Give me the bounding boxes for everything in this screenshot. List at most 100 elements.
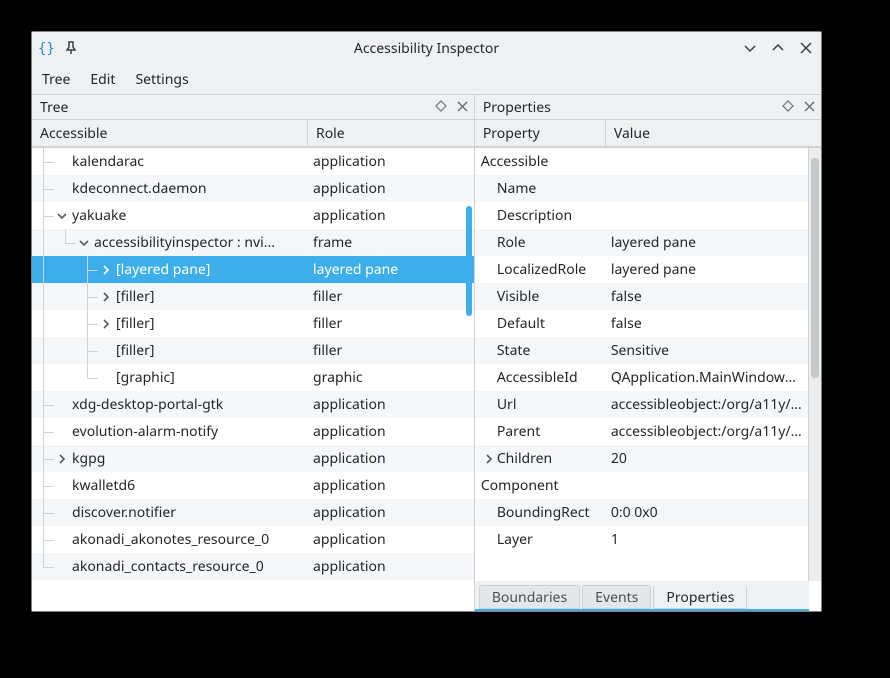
tree-view[interactable]: kalendaracapplicationkdeconnect.daemonap…: [32, 148, 474, 611]
tree-item-label: yakuake: [70, 206, 126, 225]
tree-item-label: [layered pane]: [114, 260, 210, 279]
tree-row[interactable]: discover.notifierapplication: [32, 499, 474, 526]
chevron-right-icon[interactable]: [54, 453, 70, 465]
tree-item-label: kgpg: [70, 449, 105, 468]
tree-row[interactable]: evolution-alarm-notifyapplication: [32, 418, 474, 445]
tree-row[interactable]: [filler]filler: [32, 337, 474, 364]
properties-row[interactable]: Defaultfalse: [475, 310, 809, 337]
property-name: Children: [475, 449, 605, 468]
tree-col-accessible[interactable]: Accessible: [32, 120, 307, 146]
panel-close-icon[interactable]: [457, 98, 468, 117]
properties-scrollbar-thumb[interactable]: [811, 158, 819, 378]
tree-row[interactable]: [filler]filler: [32, 310, 474, 337]
tree-row[interactable]: xdg-desktop-portal-gtkapplication: [32, 391, 474, 418]
property-value: 20: [605, 449, 809, 468]
tree-item-label: [filler]: [114, 341, 155, 360]
tree-panel-title: Tree: [32, 95, 474, 119]
property-name: LocalizedRole: [475, 260, 605, 279]
tab-events[interactable]: Events: [582, 585, 651, 609]
property-value: accessibleobject:/org/a11y/at...: [605, 395, 809, 414]
chevron-right-icon[interactable]: [98, 318, 114, 330]
menu-edit[interactable]: Edit: [90, 70, 115, 89]
properties-row[interactable]: AccessibleIdQApplication.MainWindow#1...…: [475, 364, 809, 391]
tree-item-label: akonadi_akonotes_resource_0: [70, 530, 269, 549]
tree-row[interactable]: yakuakeapplication: [32, 202, 474, 229]
tree-row[interactable]: kalendaracapplication: [32, 148, 474, 175]
tree-panel-label: Tree: [40, 98, 68, 117]
menu-tree[interactable]: Tree: [42, 70, 70, 89]
tree-row[interactable]: kdeconnect.daemonapplication: [32, 175, 474, 202]
properties-row[interactable]: Urlaccessibleobject:/org/a11y/at...: [475, 391, 809, 418]
properties-panel-label: Properties: [483, 98, 551, 117]
chevron-right-icon[interactable]: [98, 264, 114, 276]
tree-row[interactable]: [graphic]graphic: [32, 364, 474, 391]
property-name: Component: [475, 476, 605, 495]
property-value: 0:0 0x0: [605, 503, 809, 522]
properties-row[interactable]: Name: [475, 175, 809, 202]
main-content: Tree: [32, 95, 821, 611]
property-name: Accessible: [475, 152, 605, 171]
properties-row[interactable]: Parentaccessibleobject:/org/a11y/at...: [475, 418, 809, 445]
chevron-down-icon[interactable]: [54, 210, 70, 222]
property-name: Parent: [475, 422, 605, 441]
minimize-button[interactable]: [741, 39, 759, 57]
property-value: layered pane: [605, 233, 809, 252]
tree-item-role: filler: [307, 287, 474, 306]
tree-item-role: application: [307, 422, 474, 441]
tree-row[interactable]: [filler] filler: [32, 283, 474, 310]
tree-item-role: filler: [307, 314, 474, 333]
tree-item-label: kwalletd6: [70, 476, 135, 495]
tree-item-label: xdg-desktop-portal-gtk: [70, 395, 223, 414]
tree-row[interactable]: akonadi_contacts_resource_0application: [32, 553, 474, 580]
properties-section[interactable]: Component: [475, 472, 809, 499]
properties-columns-header: Property Value: [475, 119, 821, 147]
tree-item-label: [filler]: [114, 287, 155, 306]
property-name: Description: [475, 206, 605, 225]
properties-panel-title: Properties: [475, 95, 821, 119]
tree-row[interactable]: kgpgapplication: [32, 445, 474, 472]
tree-row[interactable]: akonadi_akonotes_resource_0application: [32, 526, 474, 553]
properties-section[interactable]: Accessible: [475, 148, 809, 175]
properties-row[interactable]: Layer1: [475, 526, 809, 553]
property-name: Url: [475, 395, 605, 414]
properties-tabs: BoundariesEventsProperties: [475, 581, 809, 611]
property-name: Name: [475, 179, 605, 198]
tree-item-role: graphic: [307, 368, 474, 387]
properties-row[interactable]: Description: [475, 202, 809, 229]
properties-row[interactable]: Visiblefalse: [475, 283, 809, 310]
tree-item-label: discover.notifier: [70, 503, 176, 522]
panel-close-icon[interactable]: [804, 98, 815, 117]
tab-boundaries[interactable]: Boundaries: [479, 585, 580, 609]
tree-col-role[interactable]: Role: [307, 120, 474, 146]
properties-row[interactable]: Rolelayered pane: [475, 229, 809, 256]
properties-row[interactable]: BoundingRect0:0 0x0: [475, 499, 809, 526]
properties-col-property[interactable]: Property: [475, 120, 605, 146]
menu-settings[interactable]: Settings: [135, 70, 188, 89]
tree-item-role: frame: [307, 233, 474, 252]
tab-properties[interactable]: Properties: [653, 585, 747, 609]
properties-scrollbar-track[interactable]: [808, 148, 821, 581]
property-value: QApplication.MainWindow#1....: [605, 368, 809, 387]
close-button[interactable]: [797, 39, 815, 57]
properties-col-value[interactable]: Value: [605, 120, 821, 146]
tree-scrollbar-thumb[interactable]: [466, 206, 472, 316]
maximize-button[interactable]: [769, 39, 787, 57]
properties-row[interactable]: StateSensitive: [475, 337, 809, 364]
tree-item-role: application: [307, 557, 474, 576]
property-value: layered pane: [605, 260, 809, 279]
chevron-down-icon[interactable]: [76, 237, 92, 249]
tree-row[interactable]: kwalletd6application: [32, 472, 474, 499]
properties-row[interactable]: Children20: [475, 445, 809, 472]
property-name: Visible: [475, 287, 605, 306]
tree-row[interactable]: [layered pane]layered pane: [32, 256, 474, 283]
chevron-right-icon[interactable]: [481, 453, 497, 465]
svg-text:{}: {}: [38, 41, 55, 57]
pin-icon[interactable]: [62, 39, 80, 57]
properties-row[interactable]: LocalizedRolelayered pane: [475, 256, 809, 283]
panel-detach-icon[interactable]: [435, 98, 447, 117]
chevron-right-icon[interactable]: [98, 291, 114, 303]
panel-detach-icon[interactable]: [782, 98, 794, 117]
property-value: Sensitive: [605, 341, 809, 360]
tree-row[interactable]: accessibilityinspector : nvi...frame: [32, 229, 474, 256]
properties-view[interactable]: Accessible Name Description Rolelayered pan…: [475, 148, 809, 611]
